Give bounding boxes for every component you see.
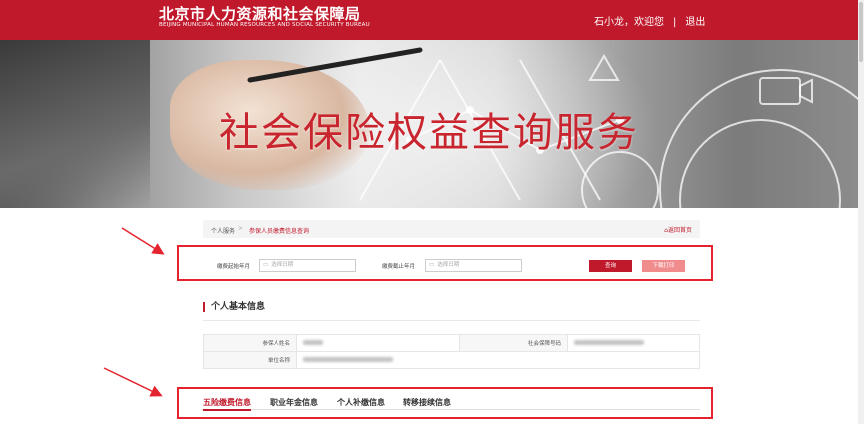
annotation-arrows [103, 227, 165, 397]
arrow-to-tabs [103, 367, 163, 397]
arrow-to-query-panel [121, 227, 165, 255]
page-scrollbar[interactable] [858, 0, 864, 424]
scrollbar-thumb[interactable] [859, 2, 863, 62]
